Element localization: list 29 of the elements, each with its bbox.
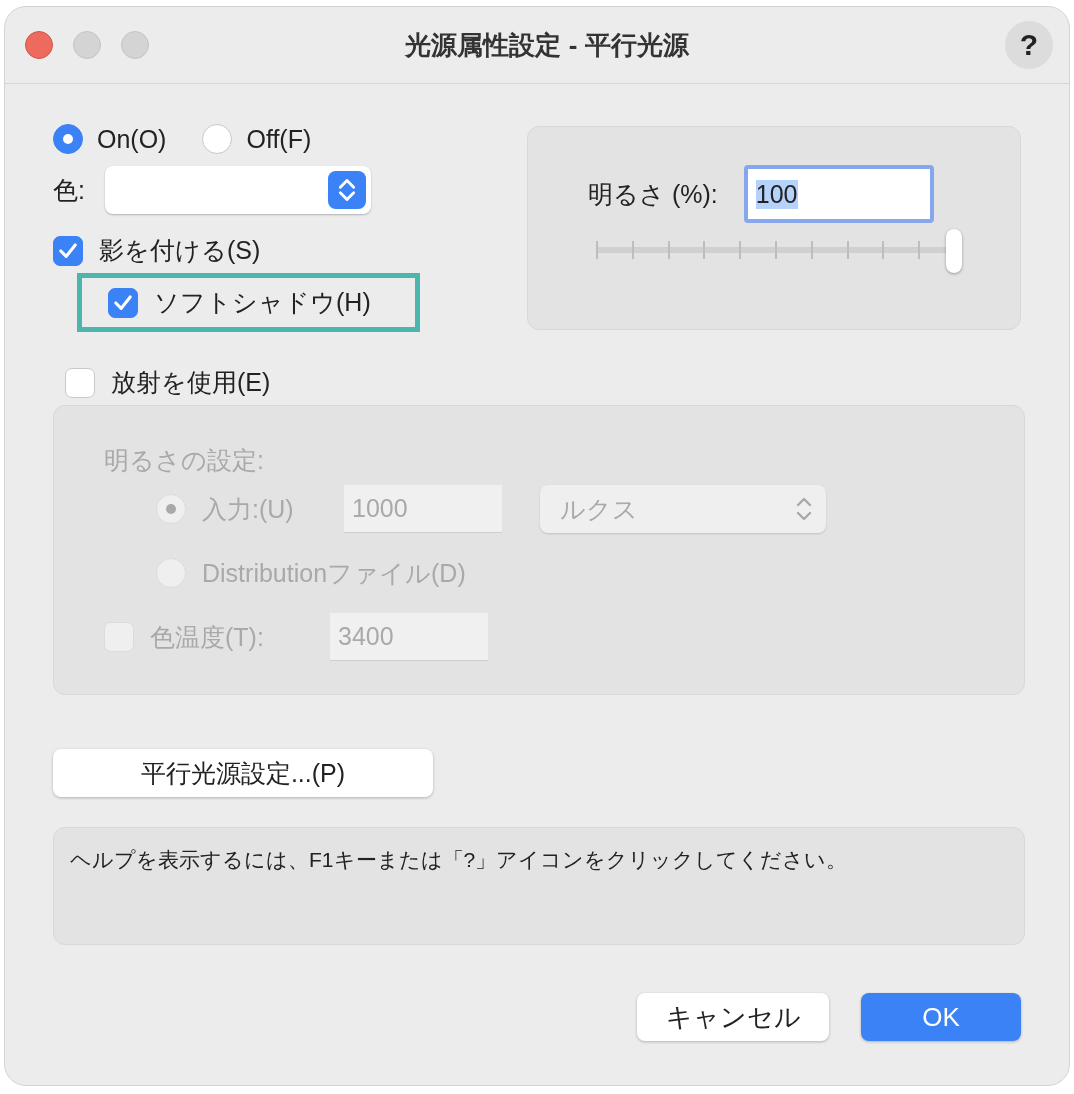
close-button[interactable] bbox=[25, 31, 53, 59]
settings-button[interactable]: 平行光源設定...(P) bbox=[53, 749, 433, 797]
color-popup[interactable] bbox=[104, 166, 371, 214]
checkbox-label: ソフトシャドウ(H) bbox=[154, 287, 371, 318]
radio-label: On(O) bbox=[97, 124, 167, 154]
color-label: 色: bbox=[53, 174, 85, 206]
checkbox[interactable] bbox=[108, 287, 138, 318]
slider-thumb[interactable] bbox=[946, 229, 962, 273]
stepper-icon bbox=[327, 171, 366, 209]
brightness-label: 明るさ (%): bbox=[588, 178, 718, 210]
checkbox-label: 放射を使用(E) bbox=[111, 367, 271, 398]
radio-label: Off(F) bbox=[246, 124, 312, 154]
radio-label: Distributionファイル(D) bbox=[202, 557, 466, 589]
checkbox[interactable] bbox=[65, 367, 95, 398]
brightness-field[interactable]: 100 bbox=[743, 165, 934, 223]
help-button[interactable]: ? bbox=[1005, 21, 1053, 69]
checkbox-label: 影を付ける(S) bbox=[99, 235, 261, 266]
radio-button[interactable] bbox=[202, 124, 233, 154]
help-text: ヘルプを表示するには、F1キーまたは「?」アイコンをクリックしてください。 bbox=[70, 848, 848, 871]
radio-label: 入力:(U) bbox=[202, 493, 295, 525]
minimize-button[interactable] bbox=[73, 31, 101, 59]
zoom-button[interactable] bbox=[121, 31, 149, 59]
window-title: 光源属性設定 - 平行光源 bbox=[403, 28, 690, 62]
radio-button[interactable] bbox=[53, 124, 83, 154]
cancel-button[interactable]: キャンセル bbox=[637, 993, 829, 1041]
checkbox-label: 色温度(T): bbox=[150, 621, 265, 653]
ok-button[interactable]: OK bbox=[861, 993, 1021, 1041]
section-label: 明るさの設定: bbox=[104, 445, 265, 476]
checkbox[interactable] bbox=[53, 235, 83, 266]
